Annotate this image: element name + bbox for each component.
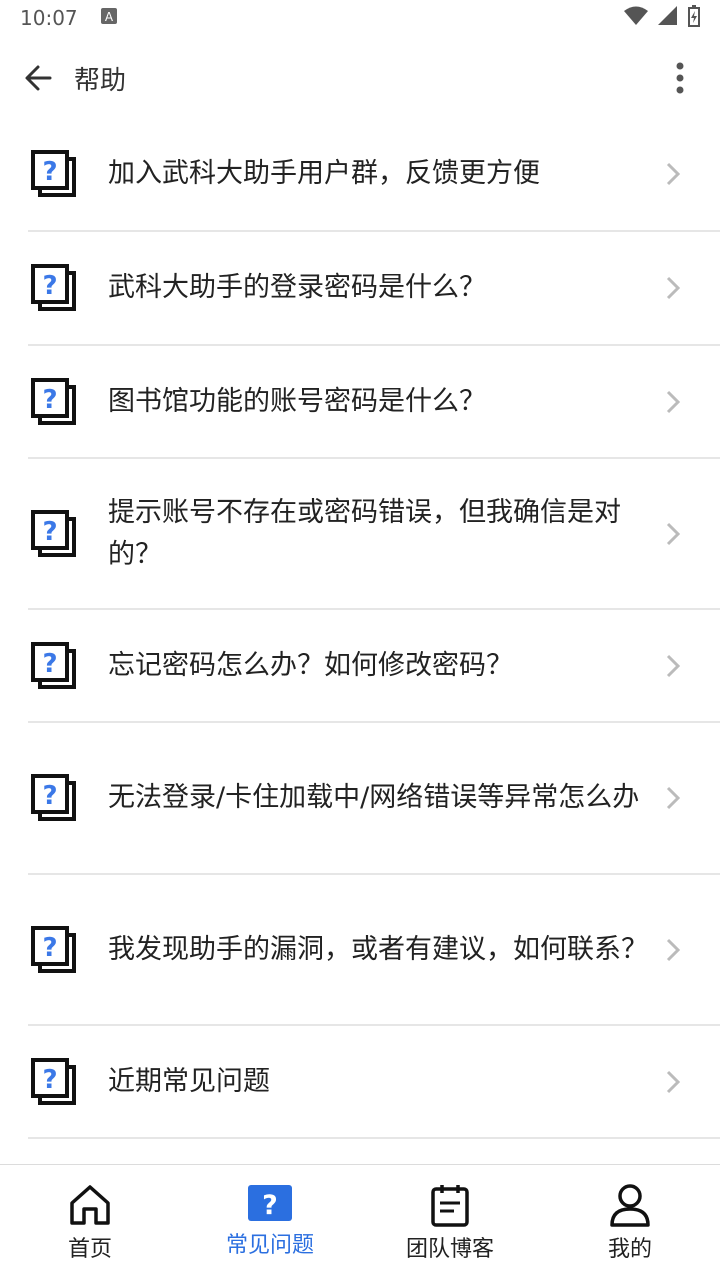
question-doc-icon: ? [31,264,76,311]
question-doc-icon: ? [31,1057,76,1105]
bottom-navigation: 首页 ? 常见问题 团队博客 我的 [0,1164,720,1281]
faq-item-label: 图书馆功能的账号密码是什么？ [108,385,486,417]
question-doc-icon: ? [31,641,76,689]
svg-text:?: ? [42,385,57,415]
faq-item[interactable]: ? 忘记密码怎么办？如何修改密码？ [28,610,720,723]
faq-item[interactable]: ? 近期常见问题 [28,1026,720,1139]
question-doc-icon: ? [31,774,76,821]
wifi-icon [624,6,648,31]
svg-text:?: ? [42,933,57,963]
nav-item-blog[interactable]: 团队博客 [360,1165,540,1281]
svg-text:?: ? [42,157,57,187]
chevron-right-icon [666,1070,680,1093]
svg-text:?: ? [42,649,57,679]
faq-item-label: 近期常见问题 [108,1065,270,1097]
nav-label-faq: 常见问题 [225,1233,314,1258]
chevron-right-icon [666,276,680,300]
question-doc-icon: ? [31,150,76,197]
faq-item[interactable]: ? 无法登录/卡住加载中/网络错误等异常怎么办 [28,723,720,875]
chevron-right-icon [666,390,680,413]
question-doc-icon: ? [31,925,76,973]
svg-text:?: ? [42,517,57,547]
chevron-right-icon [666,938,680,961]
faq-item-label: 我发现助手的漏洞，或者有建议，如何联系？ [108,933,648,965]
page-title: 帮助 [74,65,127,96]
nav-item-me[interactable]: 我的 [540,1165,720,1281]
faq-item[interactable]: ? 武科大助手的登录密码是什么？ [28,232,720,346]
faq-item-label: 提示账号不存在或密码错误，但我确信是对的？ [108,496,621,570]
chevron-right-icon [666,786,680,810]
svg-text:?: ? [42,781,57,811]
faq-item[interactable]: ? 加入武科大助手用户群，反馈更方便 [28,118,720,232]
arrow-left-icon [25,65,52,91]
faq-item-label: 无法登录/卡住加载中/网络错误等异常怎么办 [108,782,640,813]
faq-item[interactable]: ? 提示账号不存在或密码错误，但我确信是对的？ [28,459,720,610]
home-icon [70,1185,110,1225]
more-options-button[interactable] [660,52,700,104]
question-icon: ? [248,1185,292,1221]
nav-label-home: 首页 [67,1237,112,1262]
more-vertical-icon [676,62,684,94]
signal-icon [658,5,678,31]
chevron-right-icon [666,654,680,677]
faq-item[interactable]: ? 图书馆功能的账号密码是什么？ [28,346,720,459]
faq-item-label: 忘记密码怎么办？如何修改密码？ [108,649,513,681]
battery-icon [688,4,700,32]
question-doc-icon: ? [31,377,76,425]
faq-list: ? 加入武科大助手用户群，反馈更方便 ? 武科大助手的登录密码是什么？ ? 图书… [0,118,720,1139]
app-bar: 帮助 [0,40,720,116]
svg-text:?: ? [42,271,57,301]
faq-item-label: 加入武科大助手用户群，反馈更方便 [108,158,540,189]
status-bar: 10:07 A [0,0,720,36]
faq-item-label: 武科大助手的登录密码是什么？ [108,272,486,303]
svg-text:A: A [105,10,114,24]
nav-label-blog: 团队博客 [405,1237,494,1262]
svg-text:?: ? [262,1190,278,1221]
chevron-right-icon [666,162,680,186]
person-icon [610,1184,650,1227]
question-doc-icon: ? [31,509,76,557]
blog-icon [431,1185,469,1227]
faq-item[interactable]: ? 我发现助手的漏洞，或者有建议，如何联系？ [28,875,720,1026]
chevron-right-icon [666,522,680,545]
nav-item-faq[interactable]: ? 常见问题 [180,1165,360,1281]
status-time: 10:07 [20,6,78,30]
svg-text:?: ? [42,1065,57,1095]
back-button[interactable] [12,52,64,104]
nav-label-me: 我的 [607,1237,652,1262]
notification-icon: A [100,6,118,30]
nav-item-home[interactable]: 首页 [0,1165,180,1281]
